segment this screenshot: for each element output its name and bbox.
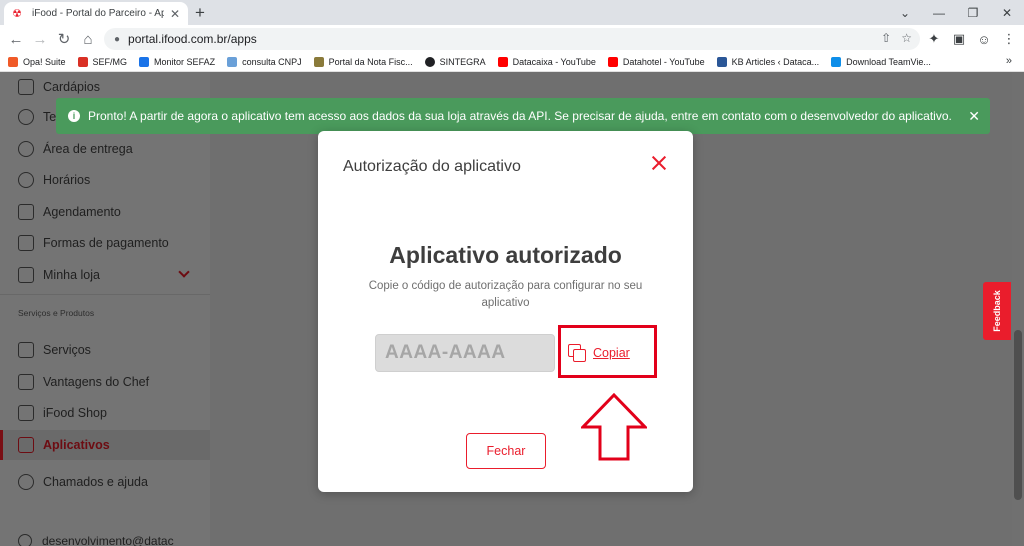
browser-menu-icon[interactable]: ⋮ xyxy=(1001,31,1017,47)
bookmark-teamviewer[interactable]: Download TeamVie... xyxy=(831,57,931,67)
home-icon[interactable]: ⌂ xyxy=(76,31,100,48)
apps-grid-icon xyxy=(18,437,34,453)
success-toast: i Pronto! A partir de agora o aplicativo… xyxy=(56,98,990,134)
feedback-button[interactable]: Feedback xyxy=(983,282,1011,340)
profile-avatar-icon[interactable]: ☺ xyxy=(976,32,992,47)
copy-button[interactable]: Copiar xyxy=(568,344,630,362)
sidebar-item-formas-de-pagamento[interactable]: Formas de pagamento xyxy=(0,228,210,258)
share-icon[interactable]: ⇧ xyxy=(881,31,891,45)
feedback-label: Feedback xyxy=(992,290,1002,332)
sidebar-item-area-de-entrega[interactable]: Área de entrega xyxy=(0,134,210,164)
sidebar-item-minha-loja[interactable]: Minha loja xyxy=(0,260,210,290)
authorization-code-field[interactable]: AAAA-AAAA xyxy=(375,334,555,372)
tab-title: iFood - Portal do Parceiro - Aplic xyxy=(32,8,164,19)
modal-close-icon[interactable] xyxy=(651,155,667,171)
bookmark-kb-articles[interactable]: KB Articles ‹ Dataca... xyxy=(716,57,819,67)
tools-icon xyxy=(18,342,34,358)
clock-icon xyxy=(18,172,34,188)
arrow-up-annotation-icon xyxy=(581,393,647,461)
back-icon[interactable]: ← xyxy=(4,31,28,48)
consulta-cnpj-icon xyxy=(227,57,238,67)
sidebar-item-vantagens-do-chef[interactable]: Vantagens do Chef xyxy=(0,367,210,397)
lock-icon[interactable]: ● xyxy=(114,34,120,45)
youtube-icon xyxy=(497,57,508,67)
credit-card-icon xyxy=(18,235,34,251)
window-controls: ⌄ — ❐ ✕ xyxy=(888,0,1024,25)
browser-toolbar: ← → ↻ ⌂ ● portal.ifood.com.br/apps ⇧ ☆ ✦… xyxy=(0,25,1024,53)
teamviewer-icon xyxy=(831,57,842,67)
opa-suite-icon xyxy=(8,57,18,67)
sidebar-item-servicos[interactable]: Serviços xyxy=(0,335,210,365)
bookmark-portal-nota-fiscal[interactable]: Portal da Nota Fisc... xyxy=(313,57,413,67)
modal-title: Autorização do aplicativo xyxy=(343,158,521,175)
close-button-label: Fechar xyxy=(486,444,526,458)
user-account[interactable]: desenvolvimento@datac xyxy=(18,534,174,546)
close-button[interactable]: Fechar xyxy=(466,433,546,469)
url-text[interactable]: portal.ifood.com.br/apps xyxy=(128,32,257,46)
user-email: desenvolvimento@datac xyxy=(42,534,174,546)
modal-description: Copie o código de autorização para confi… xyxy=(368,280,643,309)
side-panel-icon[interactable]: ▣ xyxy=(951,31,967,47)
tab-close-icon[interactable]: ✕ xyxy=(170,7,180,21)
bookmark-datahotel-youtube[interactable]: Datahotel - YouTube xyxy=(607,57,705,67)
sidebar-item-agendamento[interactable]: Agendamento xyxy=(0,197,210,227)
copy-label: Copiar xyxy=(593,346,630,360)
window-close-icon[interactable]: ✕ xyxy=(990,6,1024,20)
extensions-icon[interactable]: ✦ xyxy=(926,31,942,47)
toast-message: Pronto! A partir de agora o aplicativo t… xyxy=(88,109,952,123)
sef-mg-icon xyxy=(77,57,88,67)
address-bar[interactable]: ● portal.ifood.com.br/apps ⇧ ☆ xyxy=(104,28,920,50)
youtube-icon xyxy=(607,57,618,67)
bookmark-datacaixa-youtube[interactable]: Datacaixa - YouTube xyxy=(497,57,596,67)
bookmark-sef-mg[interactable]: SEF/MG xyxy=(77,57,127,67)
clock-icon xyxy=(18,109,34,125)
bookmark-star-icon[interactable]: ☆ xyxy=(901,31,912,45)
help-icon xyxy=(18,474,34,490)
chevron-down-icon[interactable] xyxy=(178,266,190,278)
menu-book-icon xyxy=(18,79,34,95)
monitor-sefaz-icon xyxy=(139,57,150,67)
sidebar-item-chamados-e-ajuda[interactable]: Chamados e ajuda xyxy=(0,467,210,497)
sidebar-item-ifood-shop[interactable]: iFood Shop xyxy=(0,398,210,428)
sidebar-divider xyxy=(0,294,210,295)
bookmark-opa-suite[interactable]: Opa! Suite xyxy=(8,57,66,67)
bookmark-monitor-sefaz[interactable]: Monitor SEFAZ xyxy=(139,57,215,67)
store-icon xyxy=(18,267,34,283)
forward-icon[interactable]: → xyxy=(28,31,52,48)
authorization-code: AAAA-AAAA xyxy=(385,342,506,363)
sintegra-icon xyxy=(424,57,435,67)
calendar-icon xyxy=(18,204,34,220)
toast-close-icon[interactable]: ✕ xyxy=(968,108,980,125)
new-tab-icon[interactable]: + xyxy=(195,3,205,23)
browser-tab-bar: ☢ iFood - Portal do Parceiro - Aplic ✕ +… xyxy=(0,0,1024,25)
sidebar-item-horarios[interactable]: Horários xyxy=(0,165,210,195)
bookmarks-bar: Opa! Suite SEF/MG Monitor SEFAZ consulta… xyxy=(0,53,1024,72)
reload-icon[interactable]: ↻ xyxy=(52,30,76,48)
scrollbar-thumb[interactable] xyxy=(1014,330,1022,500)
restore-icon[interactable]: ❐ xyxy=(956,6,990,20)
chef-hat-icon xyxy=(18,374,34,390)
minimize-icon[interactable]: — xyxy=(922,6,956,20)
browser-tab[interactable]: ☢ iFood - Portal do Parceiro - Aplic ✕ xyxy=(4,2,188,25)
copy-icon xyxy=(568,344,586,362)
user-icon xyxy=(18,534,32,546)
modal-heading: Aplicativo autorizado xyxy=(389,242,622,268)
shopping-bag-icon xyxy=(18,405,34,421)
bookmark-consulta-cnpj[interactable]: consulta CNPJ xyxy=(227,57,302,67)
tab-search-icon[interactable]: ⌄ xyxy=(888,6,922,20)
bookmark-sintegra[interactable]: SINTEGRA xyxy=(424,57,486,67)
sidebar: Cardápios Te Área de entrega Horários Ag… xyxy=(0,72,210,546)
sidebar-section-label: Serviços e Produtos xyxy=(18,308,95,318)
info-icon: i xyxy=(68,110,80,122)
ifood-favicon-icon: ☢ xyxy=(12,7,22,20)
kb-articles-icon xyxy=(716,57,727,67)
portal-nota-fiscal-icon xyxy=(313,57,324,67)
authorization-modal: Autorização do aplicativo Aplicativo aut… xyxy=(318,131,693,492)
map-pin-icon xyxy=(18,141,34,157)
more-bookmarks-icon[interactable]: » xyxy=(1006,55,1012,67)
sidebar-item-aplicativos[interactable]: Aplicativos xyxy=(0,430,210,460)
